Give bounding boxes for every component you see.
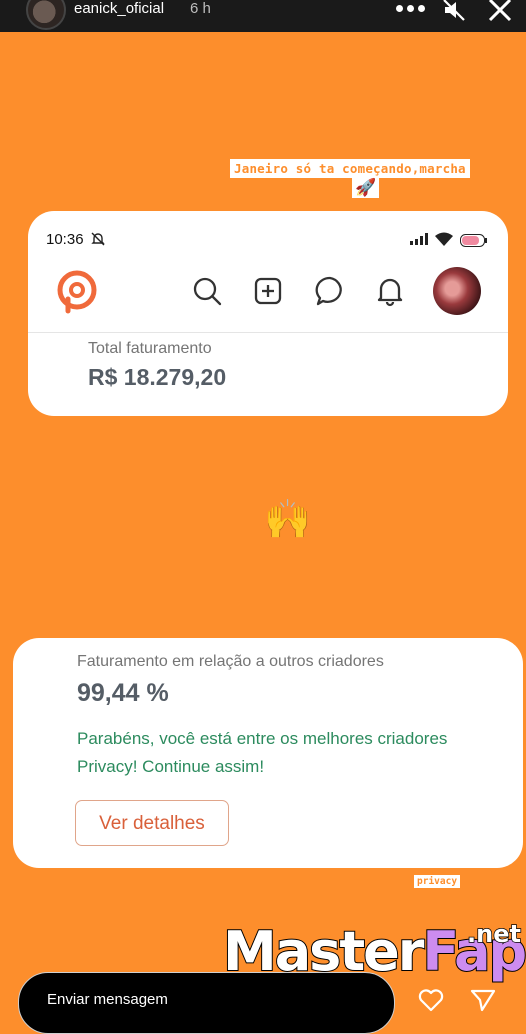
privacy-logo-icon[interactable]	[54, 269, 100, 315]
story-header: eanick_oficial 6 h	[0, 0, 526, 32]
heart-icon[interactable]	[418, 988, 444, 1012]
ranking-label: Faturamento em relação a outros criadore…	[77, 653, 384, 670]
send-icon[interactable]	[470, 988, 496, 1012]
wifi-icon	[435, 232, 453, 246]
more-horizontal-icon[interactable]	[396, 3, 426, 15]
total-earnings-value: R$ 18.279,20	[88, 364, 227, 390]
bell-off-icon	[91, 232, 105, 246]
speaker-muted-icon[interactable]	[442, 0, 468, 22]
watermark-suffix: .net	[466, 919, 521, 949]
profile-avatar[interactable]	[433, 267, 481, 315]
rocket-emoji: 🚀	[352, 178, 380, 198]
status-bar-time: 10:36	[46, 231, 84, 248]
battery-icon	[460, 232, 488, 247]
divider	[28, 332, 508, 333]
close-icon[interactable]	[486, 0, 514, 24]
see-details-button[interactable]: Ver detalhes	[75, 800, 229, 846]
watermark-part1: Master	[222, 920, 425, 983]
story-time-ago: 6 h	[190, 0, 211, 17]
total-earnings-label: Total faturamento	[88, 340, 212, 357]
privacy-sticker: privacy	[414, 875, 461, 888]
ranking-value: 99,44 %	[77, 679, 169, 707]
congrats-message: Parabéns, você está entre os melhores cr…	[77, 729, 448, 776]
avatar[interactable]	[26, 0, 66, 30]
chat-icon[interactable]	[314, 275, 346, 307]
raising-hands-emoji: 🙌	[264, 497, 312, 541]
story-caption: Janeiro só ta começando,marcha	[230, 159, 470, 178]
bell-icon[interactable]	[374, 275, 406, 307]
signal-icon	[410, 233, 428, 245]
search-icon[interactable]	[191, 275, 223, 307]
username[interactable]: eanick_oficial	[74, 0, 164, 17]
earnings-screenshot-card: 10:36 Total faturamento R$ 18.279,20	[28, 211, 508, 416]
add-post-icon[interactable]	[252, 275, 284, 307]
creator-ranking-card: Faturamento em relação a outros criadore…	[13, 638, 523, 868]
